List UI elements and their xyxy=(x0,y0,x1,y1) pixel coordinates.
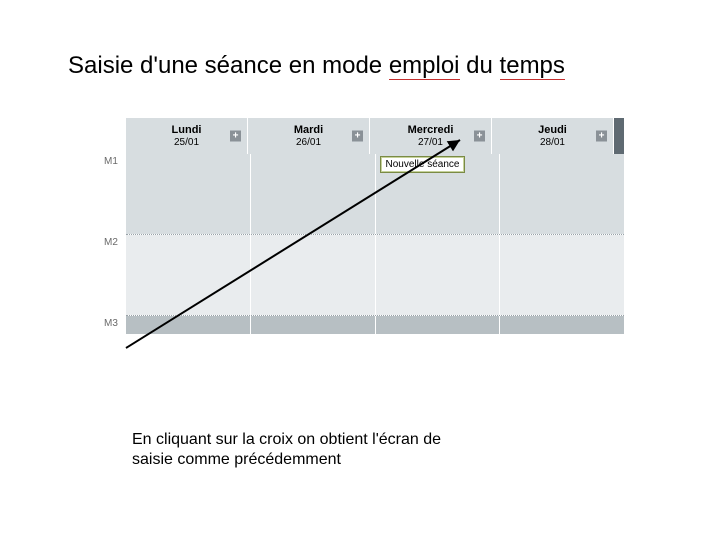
slide-caption: En cliquant sur la croix on obtient l'éc… xyxy=(132,430,472,470)
row-label: M3 xyxy=(104,316,126,334)
title-prefix: Saisie d'une séance en mode xyxy=(68,52,389,79)
schedule-cell[interactable] xyxy=(500,316,624,334)
schedule-cell[interactable] xyxy=(500,235,624,315)
day-name: Lundi xyxy=(172,124,202,136)
day-date: 27/01 xyxy=(408,137,454,148)
plus-icon[interactable]: + xyxy=(230,131,241,142)
plus-icon[interactable]: + xyxy=(352,131,363,142)
schedule-cell[interactable] xyxy=(251,316,376,334)
slide-title: Saisie d'une séance en mode emploi du te… xyxy=(68,52,565,80)
schedule-cell[interactable] xyxy=(376,316,501,334)
plus-icon[interactable]: + xyxy=(474,131,485,142)
schedule-cell[interactable] xyxy=(500,154,624,234)
day-header-mardi: Mardi 26/01 + xyxy=(248,118,370,154)
day-name: Mardi xyxy=(294,124,323,136)
schedule-cell[interactable] xyxy=(251,235,376,315)
new-session-tooltip: Nouvelle séance xyxy=(380,156,466,173)
day-name: Mercredi xyxy=(408,124,454,136)
schedule-row-m3: M3 xyxy=(104,316,624,334)
schedule-cell[interactable] xyxy=(126,154,251,234)
schedule-cell[interactable] xyxy=(126,235,251,315)
day-header-text: Lundi 25/01 xyxy=(172,124,202,147)
day-date: 28/01 xyxy=(538,137,567,148)
day-header-jeudi: Jeudi 28/01 + xyxy=(492,118,614,154)
day-header-mercredi: Mercredi 27/01 + xyxy=(370,118,492,154)
day-header-text: Mercredi 27/01 xyxy=(408,124,454,147)
schedule-grid: Lundi 25/01 + Mardi 26/01 + Mercredi 27/… xyxy=(104,118,624,334)
schedule-cell[interactable]: Nouvelle séance xyxy=(376,154,501,234)
day-name: Jeudi xyxy=(538,124,567,136)
plus-icon[interactable]: + xyxy=(596,131,607,142)
schedule-cell[interactable] xyxy=(251,154,376,234)
schedule-row-m1: M1 Nouvelle séance xyxy=(104,154,624,234)
schedule-header-row: Lundi 25/01 + Mardi 26/01 + Mercredi 27/… xyxy=(104,118,624,154)
day-header-lundi: Lundi 25/01 + xyxy=(126,118,248,154)
schedule-row-m2: M2 xyxy=(104,235,624,315)
header-end-sliver xyxy=(614,118,624,154)
title-mid: du xyxy=(460,52,500,79)
title-underlined-1: emploi xyxy=(389,52,460,80)
row-label: M2 xyxy=(104,235,126,315)
schedule-cell[interactable] xyxy=(126,316,251,334)
day-date: 26/01 xyxy=(294,137,323,148)
title-underlined-2: temps xyxy=(500,52,565,80)
day-header-text: Jeudi 28/01 xyxy=(538,124,567,147)
schedule-cell[interactable] xyxy=(376,235,501,315)
row-label: M1 xyxy=(104,154,126,234)
day-header-text: Mardi 26/01 xyxy=(294,124,323,147)
day-date: 25/01 xyxy=(172,137,202,148)
row-label-spacer xyxy=(104,118,126,154)
